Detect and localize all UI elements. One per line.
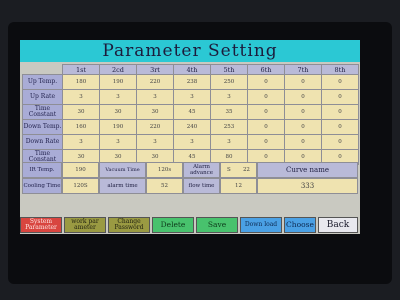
column-header: 1st	[62, 64, 100, 75]
corner-cell	[22, 64, 63, 75]
value-cell[interactable]: 0	[321, 74, 359, 90]
column-header: 7th	[284, 64, 322, 75]
value-cell[interactable]: 3	[62, 89, 100, 105]
value-cell[interactable]: 180	[62, 74, 100, 90]
ir-temp-label: IR Temp.	[22, 162, 62, 178]
download-button[interactable]: Down load	[240, 217, 282, 233]
column-header: 8th	[321, 64, 359, 75]
value-cell[interactable]: 253	[210, 119, 248, 135]
value-cell[interactable]: 30	[136, 104, 174, 120]
value-cell[interactable]: 35	[210, 104, 248, 120]
value-cell[interactable]: 0	[284, 104, 322, 120]
column-header: 4th	[173, 64, 211, 75]
value-cell[interactable]: 0	[247, 89, 285, 105]
value-cell[interactable]: 240	[173, 119, 211, 135]
value-cell[interactable]: 0	[321, 134, 359, 150]
value-cell[interactable]: 0	[247, 134, 285, 150]
row-label: Down Temp.	[22, 119, 63, 135]
value-cell[interactable]: 0	[284, 74, 322, 90]
table-row: Up Temp. 180 190 220 238 250 0 0 0	[22, 74, 359, 90]
value-cell[interactable]: 3	[210, 134, 248, 150]
value-cell[interactable]: 190	[99, 119, 137, 135]
alarm-time-label: alarm time	[99, 178, 146, 194]
save-button[interactable]: Save	[196, 217, 238, 233]
row-label: Time Constant	[22, 104, 63, 120]
table-row: Up Rate 3 3 3 3 3 0 0 0	[22, 89, 359, 105]
flow-time-label: flow time	[183, 178, 220, 194]
column-header: 5th	[210, 64, 248, 75]
alarm-advance-label: Alarm advance	[183, 162, 220, 178]
value-cell[interactable]: 160	[62, 119, 100, 135]
value-cell[interactable]: 3	[62, 134, 100, 150]
column-header: 6th	[247, 64, 285, 75]
work-parameter-button[interactable]: work par ameter	[64, 217, 106, 233]
back-button[interactable]: Back	[318, 217, 358, 233]
column-header-row: 1st 2cd 3rt 4th 5th 6th 7th 8th	[22, 64, 359, 75]
curve-name-label: Curve name	[257, 162, 358, 178]
value-cell[interactable]: 3	[99, 134, 137, 150]
value-cell[interactable]: 3	[136, 134, 174, 150]
row-label: Down Rate	[22, 134, 63, 150]
parameter-table: 1st 2cd 3rt 4th 5th 6th 7th 8th Up Temp. 180 190 2…	[22, 64, 359, 165]
value-cell[interactable]: 3	[210, 89, 248, 105]
value-cell[interactable]: 0	[247, 74, 285, 90]
value-cell[interactable]: 30	[62, 104, 100, 120]
value-cell[interactable]: 238	[173, 74, 211, 90]
value-cell[interactable]: 250	[210, 74, 248, 90]
value-cell[interactable]: 30	[99, 104, 137, 120]
vacuum-time-value[interactable]: 120s	[146, 162, 183, 178]
column-header: 2cd	[99, 64, 137, 75]
cooling-time-value[interactable]: 120S	[62, 178, 99, 194]
value-cell[interactable]: 0	[321, 104, 359, 120]
button-bar: System Parameter work par ameter Change …	[20, 216, 360, 234]
row-label: Up Rate	[22, 89, 63, 105]
page-title: Parameter Setting	[20, 40, 360, 62]
value-cell[interactable]: 3	[173, 89, 211, 105]
row-label: Up Temp.	[22, 74, 63, 90]
alarm-unit: S	[227, 167, 231, 173]
value-cell[interactable]: 220	[136, 74, 174, 90]
alarm-advance-value: 22	[242, 167, 250, 173]
value-cell[interactable]: 220	[136, 119, 174, 135]
value-cell[interactable]: 0	[284, 134, 322, 150]
ir-temp-value[interactable]: 190	[62, 162, 99, 178]
value-cell[interactable]: 3	[136, 89, 174, 105]
choose-button[interactable]: Choose	[284, 217, 316, 233]
table-row: Down Temp. 160 190 220 240 253 0 0 0	[22, 119, 359, 135]
vacuum-time-label: Vacuum Time	[99, 162, 146, 178]
value-cell[interactable]: 190	[99, 74, 137, 90]
alarm-time-value[interactable]: 52	[146, 178, 183, 194]
value-cell[interactable]: 0	[321, 119, 359, 135]
value-cell[interactable]: 0	[247, 119, 285, 135]
value-cell[interactable]: 0	[284, 119, 322, 135]
value-cell[interactable]: 3	[173, 134, 211, 150]
change-password-button[interactable]: Change Password	[108, 217, 150, 233]
table-row: Down Rate 3 3 3 3 3 0 0 0	[22, 134, 359, 150]
hmi-screen: Parameter Setting 1st 2cd 3rt 4th 5th 6th 7th 8…	[20, 40, 360, 234]
delete-button[interactable]: Delete	[152, 217, 194, 233]
flow-time-value[interactable]: 12	[220, 178, 257, 194]
value-cell[interactable]: 45	[173, 104, 211, 120]
system-parameter-button[interactable]: System Parameter	[20, 217, 62, 233]
value-cell[interactable]: 3	[99, 89, 137, 105]
value-cell[interactable]: 0	[247, 104, 285, 120]
curve-name-value[interactable]: 333	[257, 178, 358, 194]
value-cell[interactable]: 0	[321, 89, 359, 105]
cooling-time-label: Cooling Time	[22, 178, 62, 194]
alarm-advance-field[interactable]: S 22	[220, 162, 257, 178]
table-row: Time Constant 30 30 30 45 35 0 0 0	[22, 104, 359, 120]
column-header: 3rt	[136, 64, 174, 75]
value-cell[interactable]: 0	[284, 89, 322, 105]
